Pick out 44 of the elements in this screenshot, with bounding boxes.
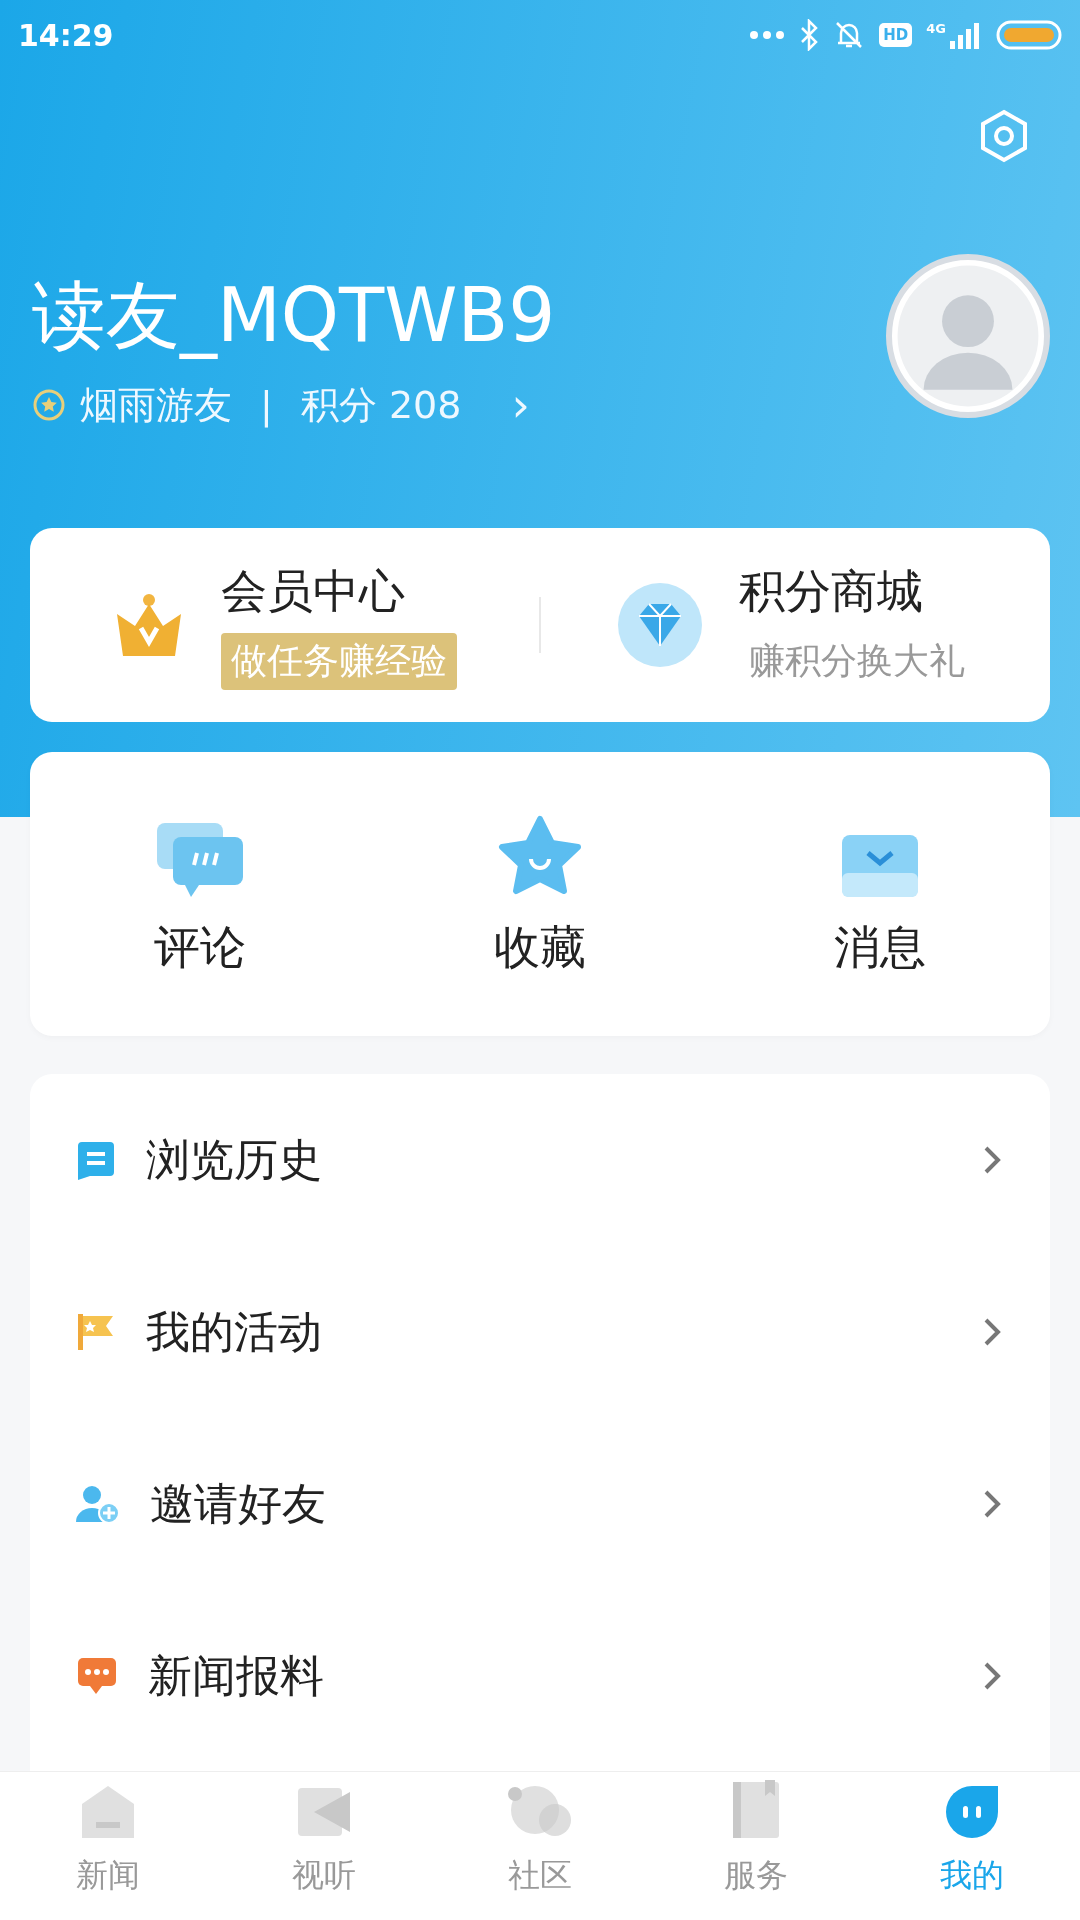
tab-label: 我的: [940, 1855, 1004, 1896]
menu-row[interactable]: 邀请好友: [30, 1418, 1050, 1590]
tab-label: 社区: [508, 1855, 572, 1896]
network-type: 4G: [926, 21, 946, 36]
menu-row[interactable]: 新闻报料: [30, 1590, 1050, 1762]
perk-subtitle: 做任务赚经验: [220, 632, 457, 690]
speech-bubble-icon: [76, 1656, 118, 1696]
add-user-icon: [76, 1484, 120, 1524]
signal-icon: [948, 21, 982, 49]
shortcut-label[interactable]: 评论: [154, 917, 246, 979]
chevron-right-icon: [982, 1660, 1002, 1692]
perk-subtitle: 赚积分换大礼: [747, 638, 966, 683]
perk-title: 积分商城: [738, 562, 924, 620]
shortcut-label[interactable]: 消息: [834, 917, 926, 979]
envelope-icon: [840, 833, 920, 899]
more-dots-icon: [749, 30, 786, 40]
hd-badge: HD: [879, 23, 913, 47]
chat-bubbles-icon: [155, 821, 245, 899]
tab-label: 服务: [724, 1855, 788, 1896]
menu-row[interactable]: 我的活动: [30, 1246, 1050, 1418]
menu-label: 新闻报料: [148, 1648, 325, 1703]
user-name: 读友_MQTWB9: [32, 271, 556, 360]
menu-label: 邀请好友: [150, 1476, 327, 1531]
house-icon: [80, 1784, 136, 1840]
flag-icon: [76, 1312, 116, 1352]
perk-title: 会员中心: [220, 562, 406, 620]
perk-entry[interactable]: 会员中心 做任务赚经验: [30, 560, 539, 690]
menu-row[interactable]: 浏览历史: [30, 1074, 1050, 1246]
menu-label: 浏览历史: [146, 1132, 323, 1187]
clock-time: 14:29: [18, 17, 114, 53]
chevron-right-icon: [982, 1316, 1002, 1348]
document-icon: [76, 1140, 116, 1180]
bluetooth-icon: [799, 19, 820, 51]
chevron-right-icon: [982, 1488, 1002, 1520]
shortcut-label[interactable]: 收藏: [494, 917, 586, 979]
chat-face-icon: [944, 1784, 1000, 1840]
menu-label: 我的活动: [146, 1304, 323, 1359]
separator: |: [260, 383, 273, 427]
book-icon: [731, 1780, 781, 1840]
tab-label: 新闻: [76, 1855, 140, 1896]
chevron-right-icon: [982, 1144, 1002, 1176]
tab-label: 视听: [292, 1855, 356, 1896]
perk-entry[interactable]: 积分商城 赚积分换大礼: [541, 560, 1050, 690]
battery-icon: [996, 20, 1062, 50]
